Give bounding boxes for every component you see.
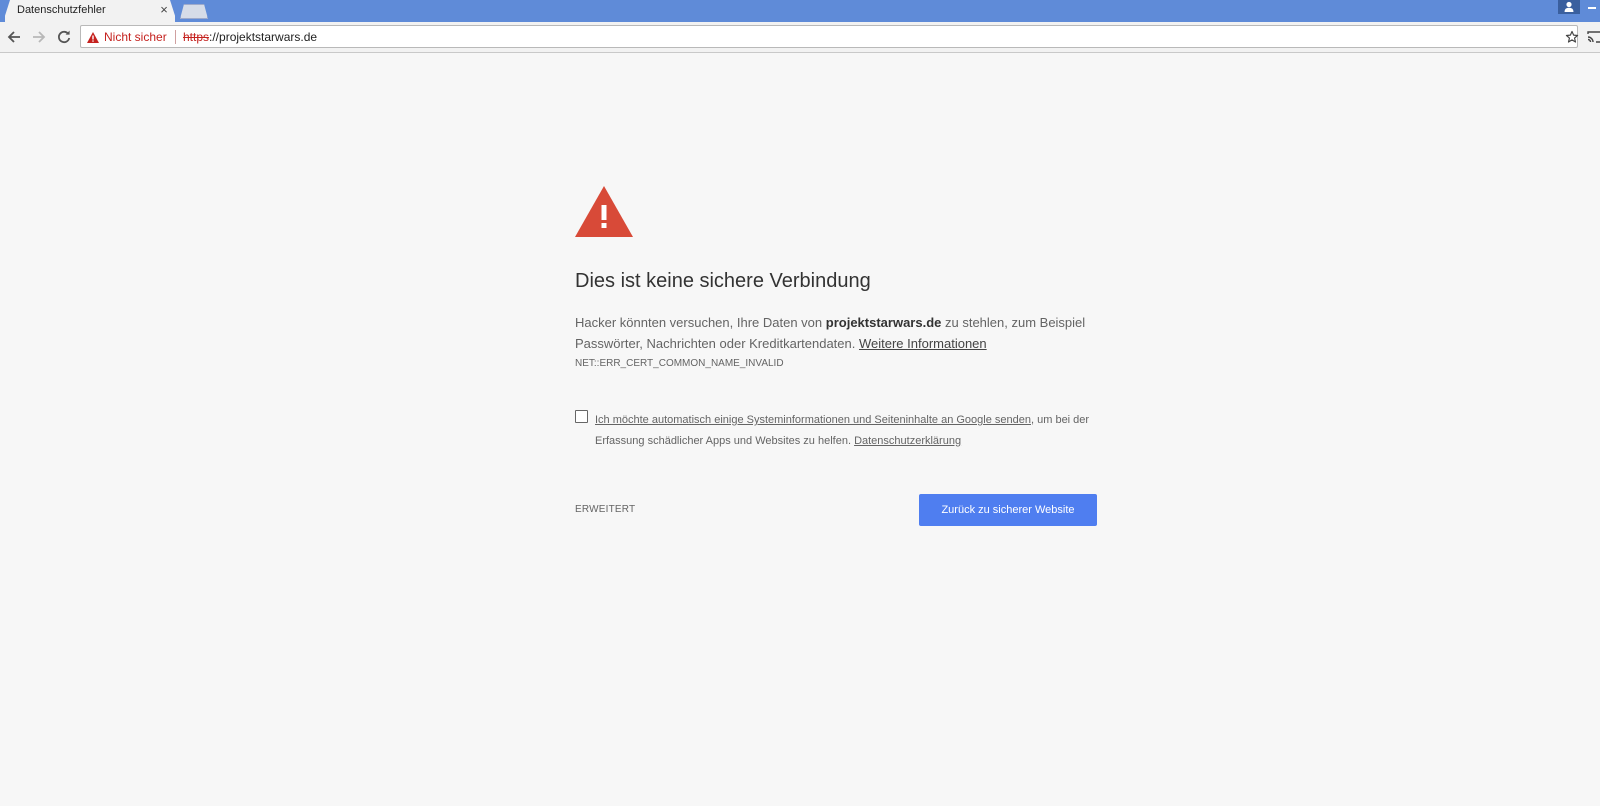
url-scheme: https: [183, 30, 210, 44]
tab-close-icon[interactable]: ×: [157, 2, 171, 18]
back-button[interactable]: [4, 27, 24, 47]
report-optin-label: Ich möchte automatisch einige Systeminfo…: [595, 410, 1095, 452]
reload-button[interactable]: [54, 27, 74, 47]
url-host: ://projektstarwars.de: [209, 30, 318, 44]
forward-button[interactable]: [29, 27, 49, 47]
tab-strip: Datenschutzfehler ×: [0, 0, 1600, 22]
back-to-safety-button[interactable]: Zurück zu sicherer Website: [919, 494, 1097, 526]
new-tab-button[interactable]: [180, 4, 208, 19]
reload-icon: [58, 30, 71, 44]
omnibox-separator: [175, 30, 176, 44]
privacy-policy-link[interactable]: Datenschutzerklärung: [854, 435, 961, 447]
omnibox[interactable]: Nicht sicher https://projektstarwars.de: [80, 25, 1581, 48]
cast-icon: [1587, 31, 1600, 43]
bookmark-star-button[interactable]: [1563, 28, 1581, 46]
security-indicator[interactable]: Nicht sicher: [87, 29, 167, 45]
toolbar: Nicht sicher https://projektstarwars.de: [0, 22, 1600, 53]
tab-active[interactable]: Datenschutzfehler ×: [5, 0, 175, 22]
tab-title: Datenschutzfehler: [17, 4, 106, 16]
explanation-domain: projektstarwars.de: [825, 315, 942, 330]
url-text[interactable]: https://projektstarwars.de: [183, 30, 317, 44]
cast-button[interactable]: [1587, 30, 1600, 44]
advanced-button[interactable]: ERWEITERT: [575, 504, 635, 515]
warning-triangle-icon: [575, 186, 633, 237]
profile-icon: [1564, 1, 1574, 12]
error-code: NET::ERR_CERT_COMMON_NAME_INVALID: [575, 358, 784, 369]
profile-button[interactable]: [1558, 0, 1580, 14]
explanation-text-1: Hacker könnten versuchen, Ihre Daten von: [575, 315, 826, 330]
explanation-paragraph: Hacker könnten versuchen, Ihre Daten von…: [575, 312, 1097, 354]
warning-triangle-icon: [87, 31, 99, 43]
back-arrow-icon: [7, 31, 20, 43]
report-optin-checkbox[interactable]: [575, 410, 588, 423]
security-label: Nicht sicher: [104, 30, 167, 44]
learn-more-link[interactable]: Weitere Informationen: [859, 336, 987, 351]
report-optin-link[interactable]: Ich möchte automatisch einige Systeminfo…: [595, 414, 1031, 426]
page-title: Dies ist keine sichere Verbindung: [575, 270, 871, 292]
minimize-button[interactable]: [1585, 0, 1600, 14]
star-icon: [1565, 30, 1579, 43]
forward-arrow-icon: [33, 31, 46, 43]
